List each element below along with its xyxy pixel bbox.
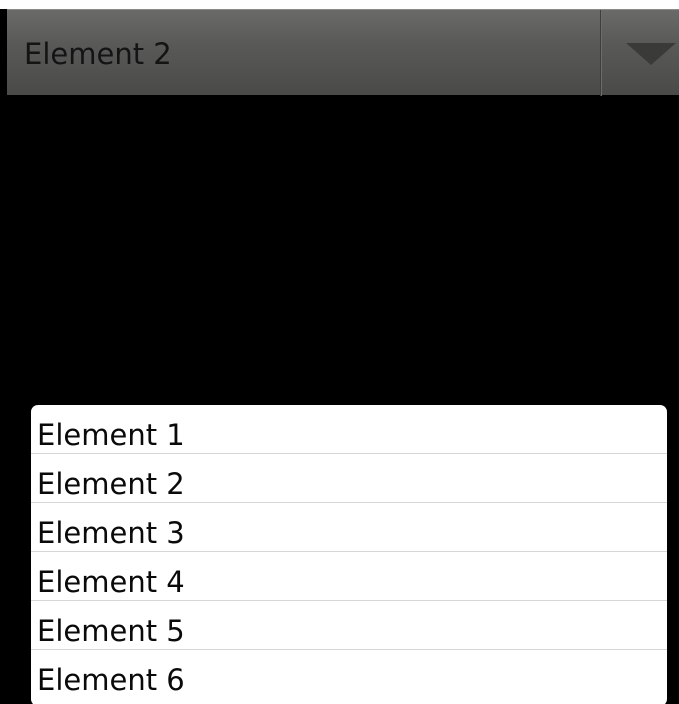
list-item[interactable]: Element 4 xyxy=(31,552,667,601)
list-item[interactable]: Element 2 xyxy=(31,454,667,503)
list-item-label: Element 2 xyxy=(37,467,185,501)
list-item[interactable]: Element 6 xyxy=(31,650,667,699)
list-item-label: Element 4 xyxy=(37,565,185,599)
status-strip xyxy=(0,0,679,9)
list-item-label: Element 5 xyxy=(37,614,185,648)
list-item-label: Element 6 xyxy=(37,663,185,697)
spinner-dropdown[interactable]: Element 2 xyxy=(7,9,679,96)
list-item[interactable]: Element 1 xyxy=(31,405,667,454)
spinner-selected-value: Element 2 xyxy=(24,37,172,71)
list-item-label: Element 3 xyxy=(37,516,185,550)
dropdown-arrow-icon[interactable] xyxy=(626,43,676,65)
dropdown-popup-list: Element 1 Element 2 Element 3 Element 4 … xyxy=(31,405,667,704)
spinner-divider xyxy=(600,10,601,96)
list-item[interactable]: Element 3 xyxy=(31,503,667,552)
list-item-label: Element 1 xyxy=(37,418,185,452)
list-item[interactable]: Element 5 xyxy=(31,601,667,650)
